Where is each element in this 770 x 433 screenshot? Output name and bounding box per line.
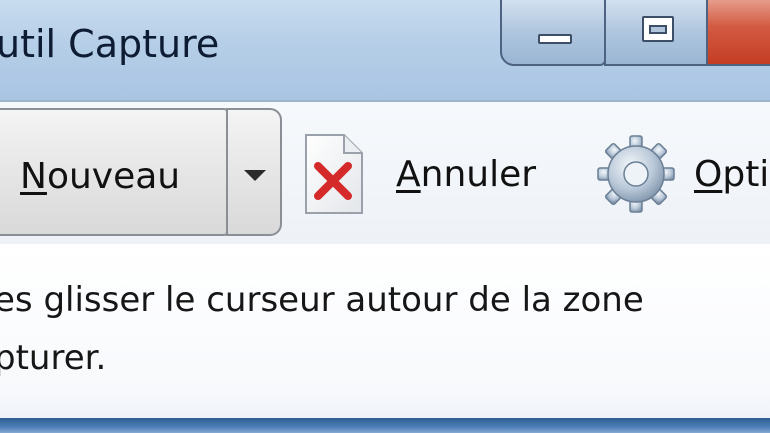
title-bar[interactable]: util Capture [0, 0, 770, 100]
cancel-document-icon[interactable] [302, 132, 366, 216]
toolbar: Nouveau Annuler Opti [0, 100, 770, 244]
close-button[interactable] [706, 0, 770, 66]
cancel-button[interactable]: Annuler [396, 154, 536, 195]
window-title: util Capture [0, 22, 220, 66]
maximize-icon [642, 16, 674, 42]
instruction-panel: es glisser le curseur autour de la zone … [0, 244, 770, 420]
new-button[interactable]: Nouveau [0, 108, 228, 236]
new-button-label: Nouveau [20, 156, 181, 197]
maximize-button[interactable] [604, 0, 708, 66]
window-frame-bottom [0, 418, 770, 433]
gear-icon[interactable] [596, 132, 676, 216]
options-button[interactable]: Opti [694, 154, 769, 195]
instruction-text-line-2: pturer. [0, 338, 107, 378]
new-dropdown-button[interactable] [226, 108, 282, 236]
chevron-down-icon [244, 170, 266, 181]
instruction-text-line-1: es glisser le curseur autour de la zone [0, 280, 644, 320]
minimize-button[interactable] [500, 0, 606, 66]
minimize-icon [538, 34, 572, 44]
